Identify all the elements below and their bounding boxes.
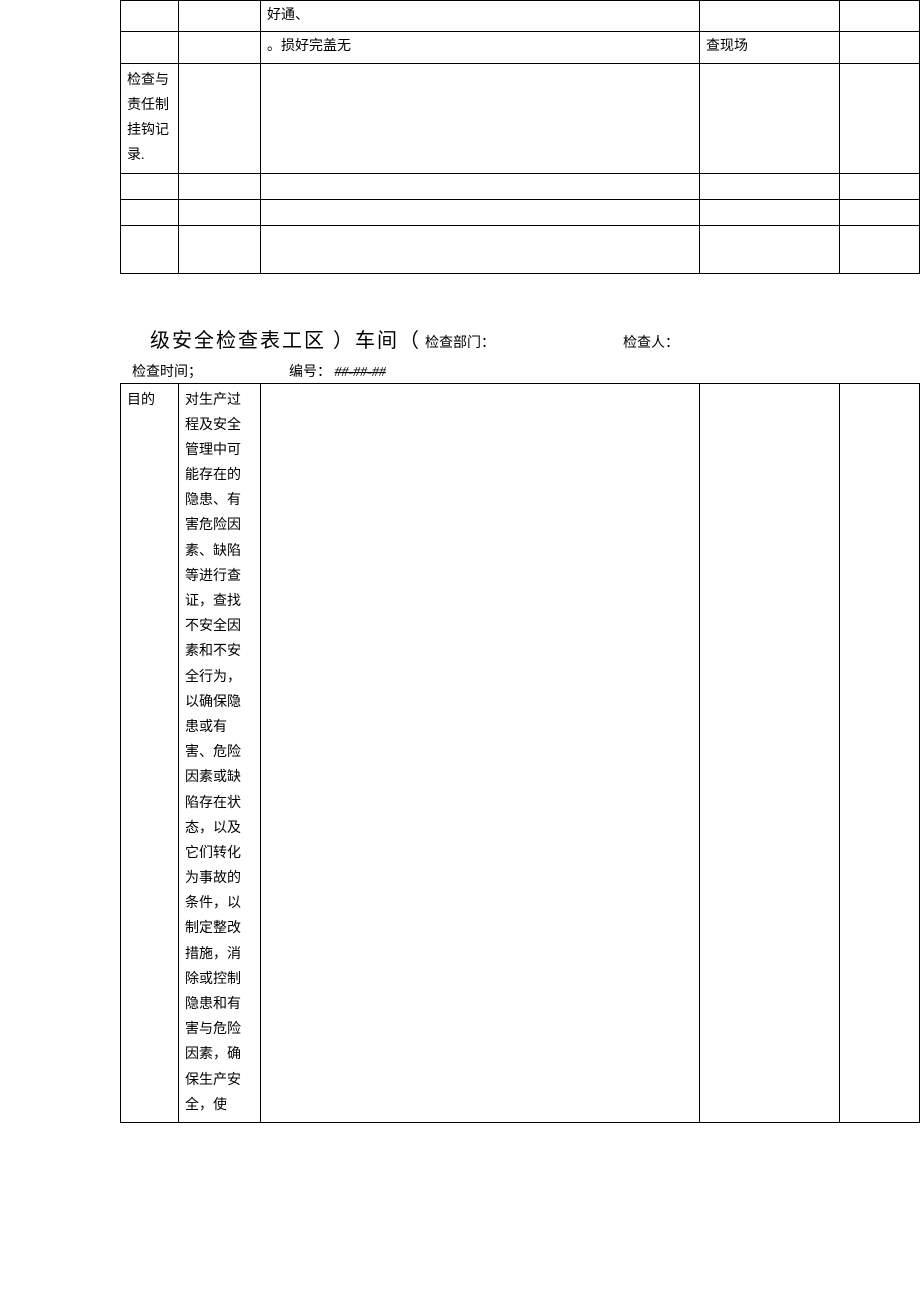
form-title-line: 级安全检查表工区 ）车间（ 检查部门： 检查人： [150,324,920,353]
table-row [121,199,920,225]
form-header-section: 级安全检查表工区 ）车间（ 检查部门： 检查人： 检查时间； 编号： ##-##… [120,324,920,1123]
cell [179,63,261,173]
table-row [121,225,920,273]
cell [121,199,179,225]
table-row [121,173,920,199]
cell [700,63,840,173]
cell [840,383,920,1122]
cell [179,32,261,63]
cell [179,173,261,199]
cell [840,1,920,32]
cell [179,225,261,273]
cell [179,1,261,32]
table-row: 目的 对生产过程及安全管理中可能存在的隐患、有害危险因素、缺陷等进行查证，查找不… [121,383,920,1122]
cell [700,225,840,273]
cell [840,63,920,173]
cell [261,173,700,199]
lower-table: 目的 对生产过程及安全管理中可能存在的隐患、有害危险因素、缺陷等进行查证，查找不… [120,383,920,1123]
purpose-label-cell: 目的 [121,383,179,1122]
form-subheader-line: 检查时间； 编号： ##-##-## [132,361,920,381]
cell [261,225,700,273]
table-row: 。损好完盖无 查现场 [121,32,920,63]
document-no-value: ##-##-## [335,365,386,380]
upper-table-section: 好通、 。损好完盖无 查现场 检查与责任制挂钩记录. [120,0,920,274]
cell [700,173,840,199]
cell [840,199,920,225]
cell [261,63,700,173]
table-row: 好通、 [121,1,920,32]
cell [700,199,840,225]
form-title: 级安全检查表工区 ）车间（ [150,330,421,352]
cell [840,225,920,273]
cell [261,383,700,1122]
cell: 查现场 [700,32,840,63]
person-label: 检查人： [623,336,679,351]
upper-table: 好通、 。损好完盖无 查现场 检查与责任制挂钩记录. [120,0,920,274]
cell [179,199,261,225]
cell [121,32,179,63]
cell-label: 检查与责任制挂钩记录. [121,63,179,173]
table-row: 检查与责任制挂钩记录. [121,63,920,173]
cell: 。损好完盖无 [261,32,700,63]
purpose-text-cell: 对生产过程及安全管理中可能存在的隐患、有害危险因素、缺陷等进行查证，查找不安全因… [179,383,261,1122]
cell [700,1,840,32]
cell [840,32,920,63]
time-label: 检查时间； [132,365,202,380]
cell [700,383,840,1122]
dept-label: 检查部门： [425,336,495,351]
document-no-label: 编号： [289,365,331,380]
cell [121,225,179,273]
cell [261,199,700,225]
cell [121,1,179,32]
cell [840,173,920,199]
cell [121,173,179,199]
cell: 好通、 [261,1,700,32]
